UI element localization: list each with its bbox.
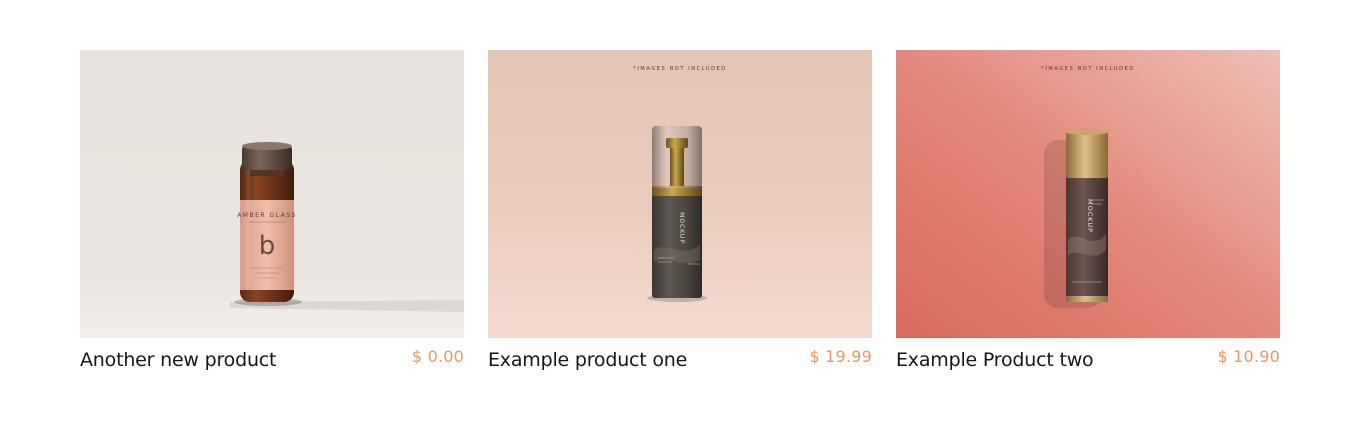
product-meta: Example product one $ 19.99 bbox=[488, 347, 872, 373]
amber-vial-bottle-icon: AMBER GLASS b bbox=[80, 50, 464, 338]
product-meta: Another new product $ 0.00 bbox=[80, 347, 464, 373]
product-title[interactable]: Example Product two bbox=[896, 347, 1094, 373]
product-meta: Example Product two $ 10.90 bbox=[896, 347, 1280, 373]
product-image[interactable]: *IMAGES NOT INCLUDED MOCKUP bbox=[488, 50, 872, 338]
product-card[interactable]: *IMAGES NOT INCLUDED MOCKUP Example prod… bbox=[488, 50, 872, 373]
product-price: $ 0.00 bbox=[411, 347, 464, 366]
product-grid: AMBER GLASS b Another new product $ 0.00 bbox=[80, 50, 1280, 373]
svg-text:b: b bbox=[259, 231, 276, 261]
product-price: $ 10.90 bbox=[1217, 347, 1280, 366]
serum-tube-bottle-icon: *IMAGES NOT INCLUDED MOCKUP bbox=[896, 50, 1280, 338]
product-image[interactable]: AMBER GLASS b bbox=[80, 50, 464, 338]
airless-pump-bottle-icon: *IMAGES NOT INCLUDED MOCKUP bbox=[488, 50, 872, 338]
product-card[interactable]: AMBER GLASS b Another new product $ 0.00 bbox=[80, 50, 464, 373]
product-title[interactable]: Another new product bbox=[80, 347, 276, 373]
product-card[interactable]: *IMAGES NOT INCLUDED MOCKUP Example Prod… bbox=[896, 50, 1280, 373]
svg-text:*IMAGES NOT INCLUDED: *IMAGES NOT INCLUDED bbox=[1041, 66, 1135, 72]
product-title[interactable]: Example product one bbox=[488, 347, 687, 373]
svg-text:MOCKUP: MOCKUP bbox=[678, 212, 685, 244]
svg-text:*IMAGES NOT INCLUDED: *IMAGES NOT INCLUDED bbox=[633, 66, 727, 72]
product-image[interactable]: *IMAGES NOT INCLUDED MOCKUP bbox=[896, 50, 1280, 338]
product-price: $ 19.99 bbox=[809, 347, 872, 366]
